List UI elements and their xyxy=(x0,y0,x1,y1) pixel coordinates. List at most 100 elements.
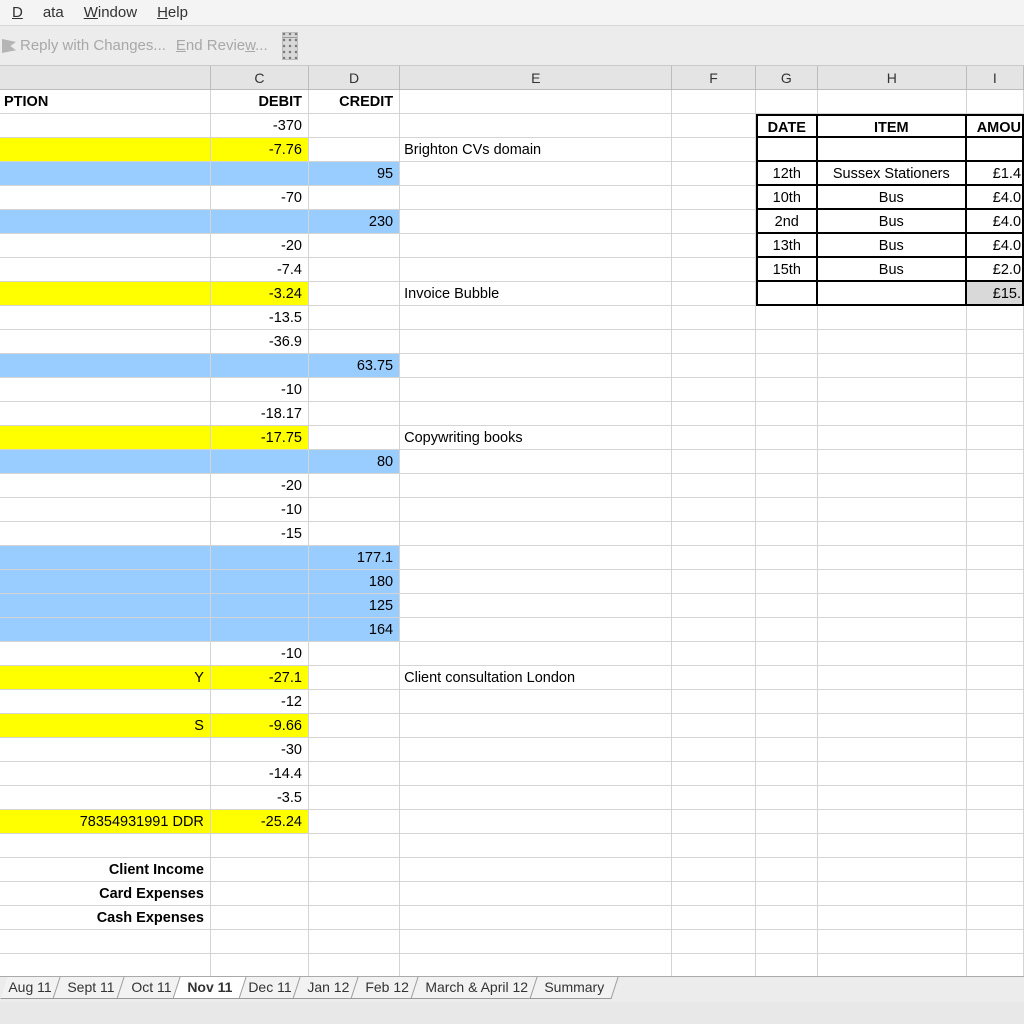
cell[interactable] xyxy=(400,258,672,282)
cell[interactable] xyxy=(756,450,818,474)
cell[interactable] xyxy=(400,810,672,834)
cell[interactable] xyxy=(0,618,211,642)
cell[interactable] xyxy=(211,570,309,594)
cell[interactable]: 230 xyxy=(309,210,400,234)
cell[interactable]: 80 xyxy=(309,450,400,474)
sheet-tab[interactable]: March & April 12 xyxy=(410,977,542,999)
col-header-B[interactable] xyxy=(0,66,211,90)
cell[interactable] xyxy=(967,738,1024,762)
cell[interactable] xyxy=(967,642,1024,666)
cell[interactable] xyxy=(967,474,1024,498)
cell[interactable]: S xyxy=(0,714,211,738)
cell[interactable] xyxy=(672,546,755,570)
cell[interactable] xyxy=(756,714,818,738)
cell[interactable] xyxy=(400,642,672,666)
cell[interactable] xyxy=(672,906,755,930)
cell[interactable] xyxy=(0,954,211,978)
cell[interactable] xyxy=(818,90,967,114)
cell[interactable] xyxy=(672,762,755,786)
cell[interactable] xyxy=(400,882,672,906)
cell[interactable] xyxy=(400,162,672,186)
cell[interactable] xyxy=(0,306,211,330)
cell[interactable] xyxy=(0,114,211,138)
side-table-amount[interactable]: £2.0 xyxy=(967,258,1024,282)
cell[interactable] xyxy=(0,738,211,762)
cell[interactable]: -20 xyxy=(211,234,309,258)
cell[interactable] xyxy=(309,282,400,306)
cell[interactable]: Copywriting books xyxy=(400,426,672,450)
cell[interactable] xyxy=(309,666,400,690)
cell[interactable] xyxy=(672,930,755,954)
cell[interactable] xyxy=(756,594,818,618)
cell[interactable] xyxy=(967,714,1024,738)
cell[interactable] xyxy=(0,282,211,306)
cell[interactable] xyxy=(967,522,1024,546)
cell[interactable] xyxy=(818,618,967,642)
side-table-header-amount[interactable]: AMOU xyxy=(967,114,1024,138)
cell[interactable] xyxy=(0,786,211,810)
cell[interactable] xyxy=(400,186,672,210)
cell[interactable] xyxy=(400,402,672,426)
menu-window[interactable]: Window xyxy=(74,1,147,24)
cell[interactable] xyxy=(211,858,309,882)
cell[interactable] xyxy=(400,690,672,714)
cell[interactable] xyxy=(211,450,309,474)
cell[interactable] xyxy=(211,354,309,378)
cell[interactable] xyxy=(756,738,818,762)
cell[interactable] xyxy=(0,210,211,234)
menu-help[interactable]: Help xyxy=(147,1,198,24)
cell[interactable] xyxy=(400,762,672,786)
cell[interactable] xyxy=(967,330,1024,354)
cell[interactable] xyxy=(0,186,211,210)
cell[interactable]: 125 xyxy=(309,594,400,618)
cell[interactable] xyxy=(756,834,818,858)
cell[interactable] xyxy=(400,474,672,498)
cell[interactable] xyxy=(309,810,400,834)
cell[interactable] xyxy=(672,210,755,234)
cell[interactable] xyxy=(967,426,1024,450)
col-header-F[interactable]: F xyxy=(672,66,755,90)
cell[interactable] xyxy=(400,594,672,618)
cell[interactable] xyxy=(309,138,400,162)
side-table-date[interactable]: 10th xyxy=(756,186,818,210)
cell[interactable] xyxy=(818,762,967,786)
cell[interactable]: 95 xyxy=(309,162,400,186)
sheet-tab[interactable]: Summary xyxy=(529,977,618,999)
cell[interactable] xyxy=(756,786,818,810)
cell[interactable] xyxy=(400,210,672,234)
cell[interactable] xyxy=(0,498,211,522)
cell[interactable] xyxy=(0,930,211,954)
cell[interactable] xyxy=(309,834,400,858)
cell[interactable] xyxy=(400,834,672,858)
cell[interactable] xyxy=(672,354,755,378)
cell[interactable] xyxy=(967,786,1024,810)
cell[interactable] xyxy=(400,930,672,954)
side-table-item[interactable]: Sussex Stationers xyxy=(818,162,967,186)
header-debit[interactable]: DEBIT xyxy=(211,90,309,114)
cell[interactable] xyxy=(672,114,755,138)
cell[interactable] xyxy=(672,378,755,402)
cell[interactable] xyxy=(818,138,967,162)
cell[interactable]: -18.17 xyxy=(211,402,309,426)
cell[interactable]: -9.66 xyxy=(211,714,309,738)
cell[interactable] xyxy=(0,138,211,162)
cell[interactable] xyxy=(967,594,1024,618)
header-credit[interactable]: CREDIT xyxy=(309,90,400,114)
cell[interactable]: -13.5 xyxy=(211,306,309,330)
cell[interactable] xyxy=(818,570,967,594)
cell[interactable] xyxy=(309,882,400,906)
side-table-total[interactable]: £15. xyxy=(967,282,1024,306)
cell[interactable] xyxy=(672,258,755,282)
cell[interactable] xyxy=(672,234,755,258)
cell[interactable] xyxy=(818,426,967,450)
side-table-amount[interactable]: £1.4 xyxy=(967,162,1024,186)
cell[interactable] xyxy=(756,930,818,954)
cell[interactable] xyxy=(967,954,1024,978)
cell[interactable]: Brighton CVs domain xyxy=(400,138,672,162)
cell[interactable] xyxy=(309,762,400,786)
cell[interactable]: Client Income xyxy=(0,858,211,882)
cell[interactable]: -17.75 xyxy=(211,426,309,450)
cell[interactable] xyxy=(309,690,400,714)
cell[interactable] xyxy=(400,906,672,930)
side-table-item[interactable]: Bus xyxy=(818,234,967,258)
